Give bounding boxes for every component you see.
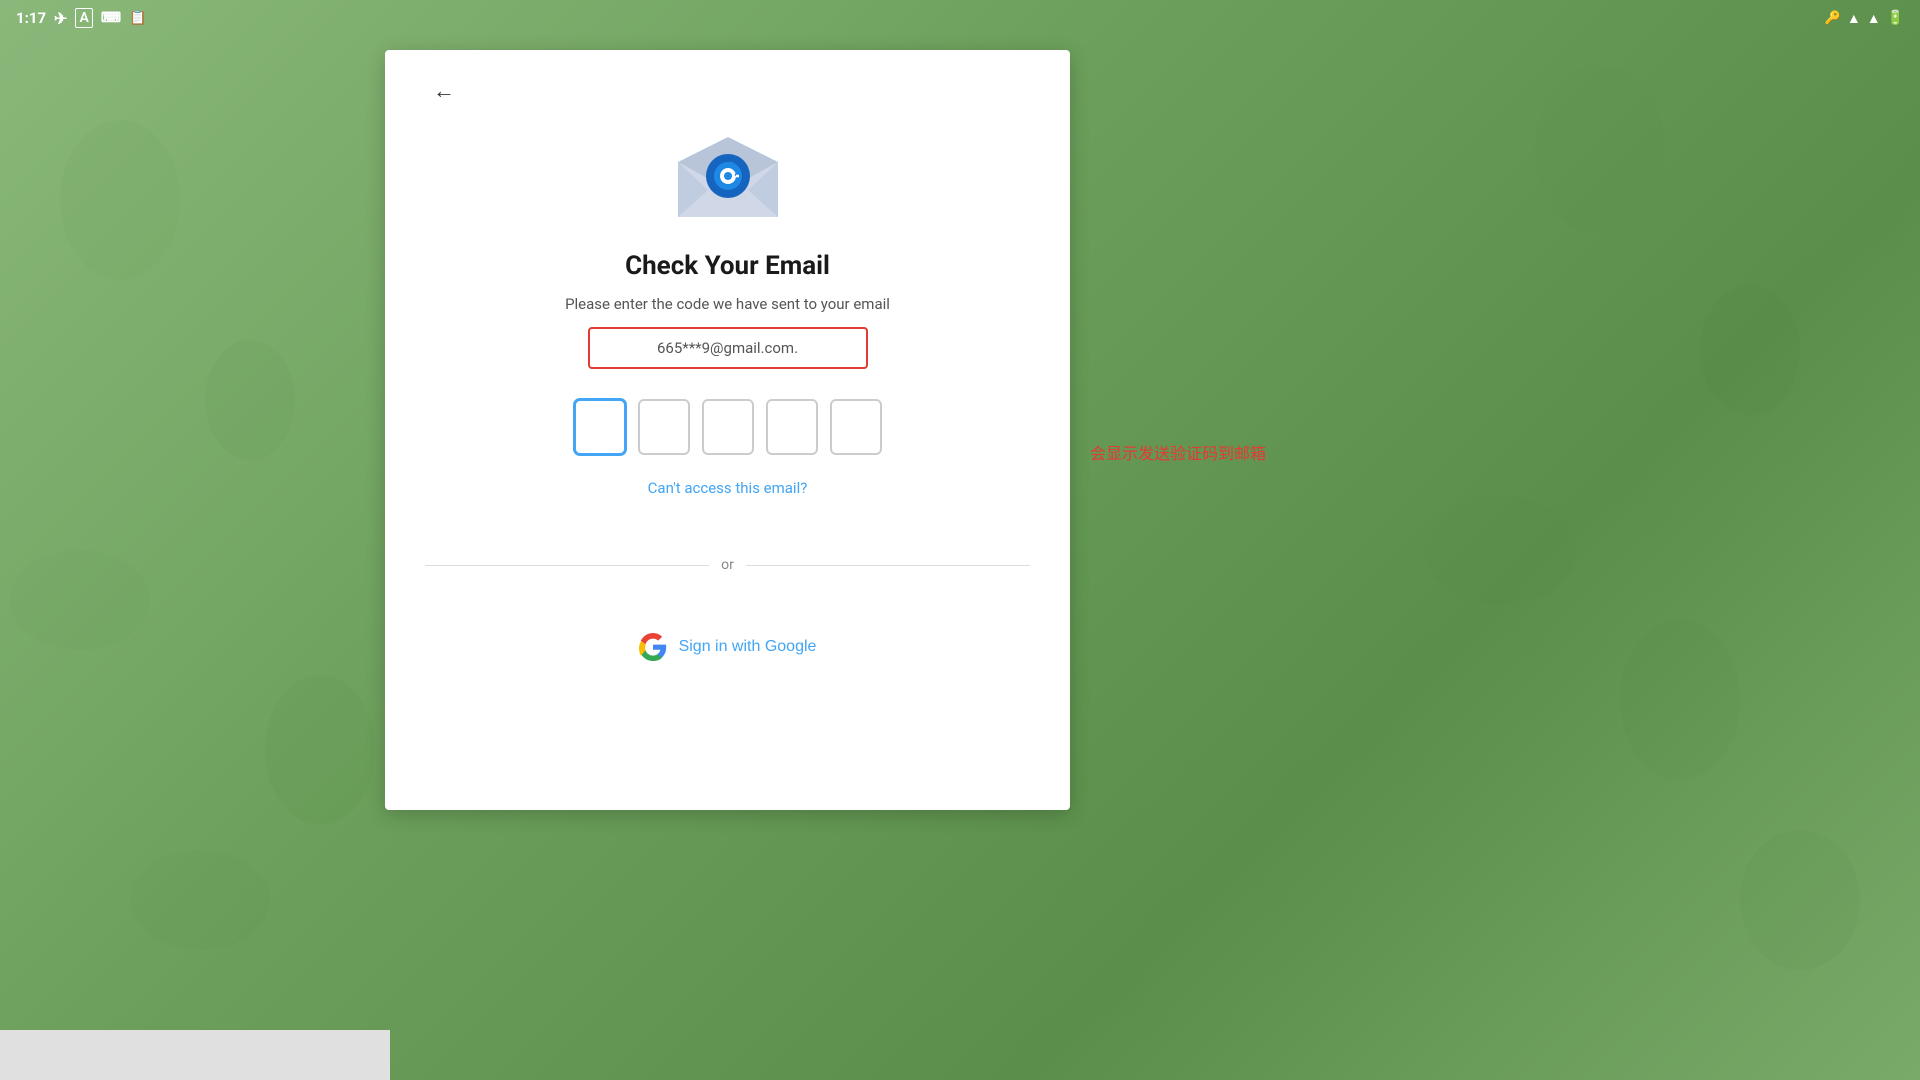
bottom-nav-bar: [0, 1030, 390, 1080]
email-icon: [673, 132, 783, 222]
a-icon: A: [75, 8, 92, 28]
card-subtitle: Please enter the code we have sent to yo…: [565, 295, 890, 313]
code-box-1[interactable]: [574, 399, 626, 455]
status-time: 1:17: [16, 9, 46, 27]
divider-line-right: [746, 565, 1030, 566]
key-icon: 🔑: [1825, 11, 1841, 26]
email-display: 665***9@gmail.com.: [588, 327, 868, 369]
google-signin-text: Sign in with Google: [679, 638, 817, 656]
clipboard-icon: 📋: [129, 10, 146, 26]
code-box-2[interactable]: [638, 399, 690, 455]
divider-line-left: [425, 565, 709, 566]
status-bar: 1:17 ✈ A ⌨ 📋 🔑 ▲ ▲ 🔋: [0, 0, 1920, 36]
code-box-5[interactable]: [830, 399, 882, 455]
status-bar-left: 1:17 ✈ A ⌨ 📋: [16, 8, 146, 28]
card-title: Check Your Email: [625, 251, 830, 281]
modal-card: ← Check Your Email Please enter the code…: [385, 50, 1070, 810]
status-bar-right: 🔑 ▲ ▲ 🔋: [1825, 10, 1904, 27]
telegram-icon: ✈: [54, 9, 67, 28]
google-signin-button[interactable]: Sign in with Google: [619, 623, 837, 671]
google-g-icon: [639, 633, 667, 661]
divider-text: or: [721, 557, 734, 573]
battery-icon: 🔋: [1887, 10, 1904, 26]
code-box-4[interactable]: [766, 399, 818, 455]
wifi-icon: ▲: [1847, 10, 1861, 27]
keyboard-icon: ⌨: [101, 10, 121, 26]
email-icon-container: [673, 132, 783, 226]
back-button[interactable]: ←: [425, 70, 463, 112]
cant-access-link[interactable]: Can't access this email?: [648, 479, 808, 497]
annotation-text: 会显示发送验证码到邮箱: [1090, 440, 1266, 464]
code-box-3[interactable]: [702, 399, 754, 455]
signal-icon: ▲: [1867, 10, 1881, 27]
divider: or: [425, 557, 1030, 573]
code-inputs: [574, 399, 882, 455]
